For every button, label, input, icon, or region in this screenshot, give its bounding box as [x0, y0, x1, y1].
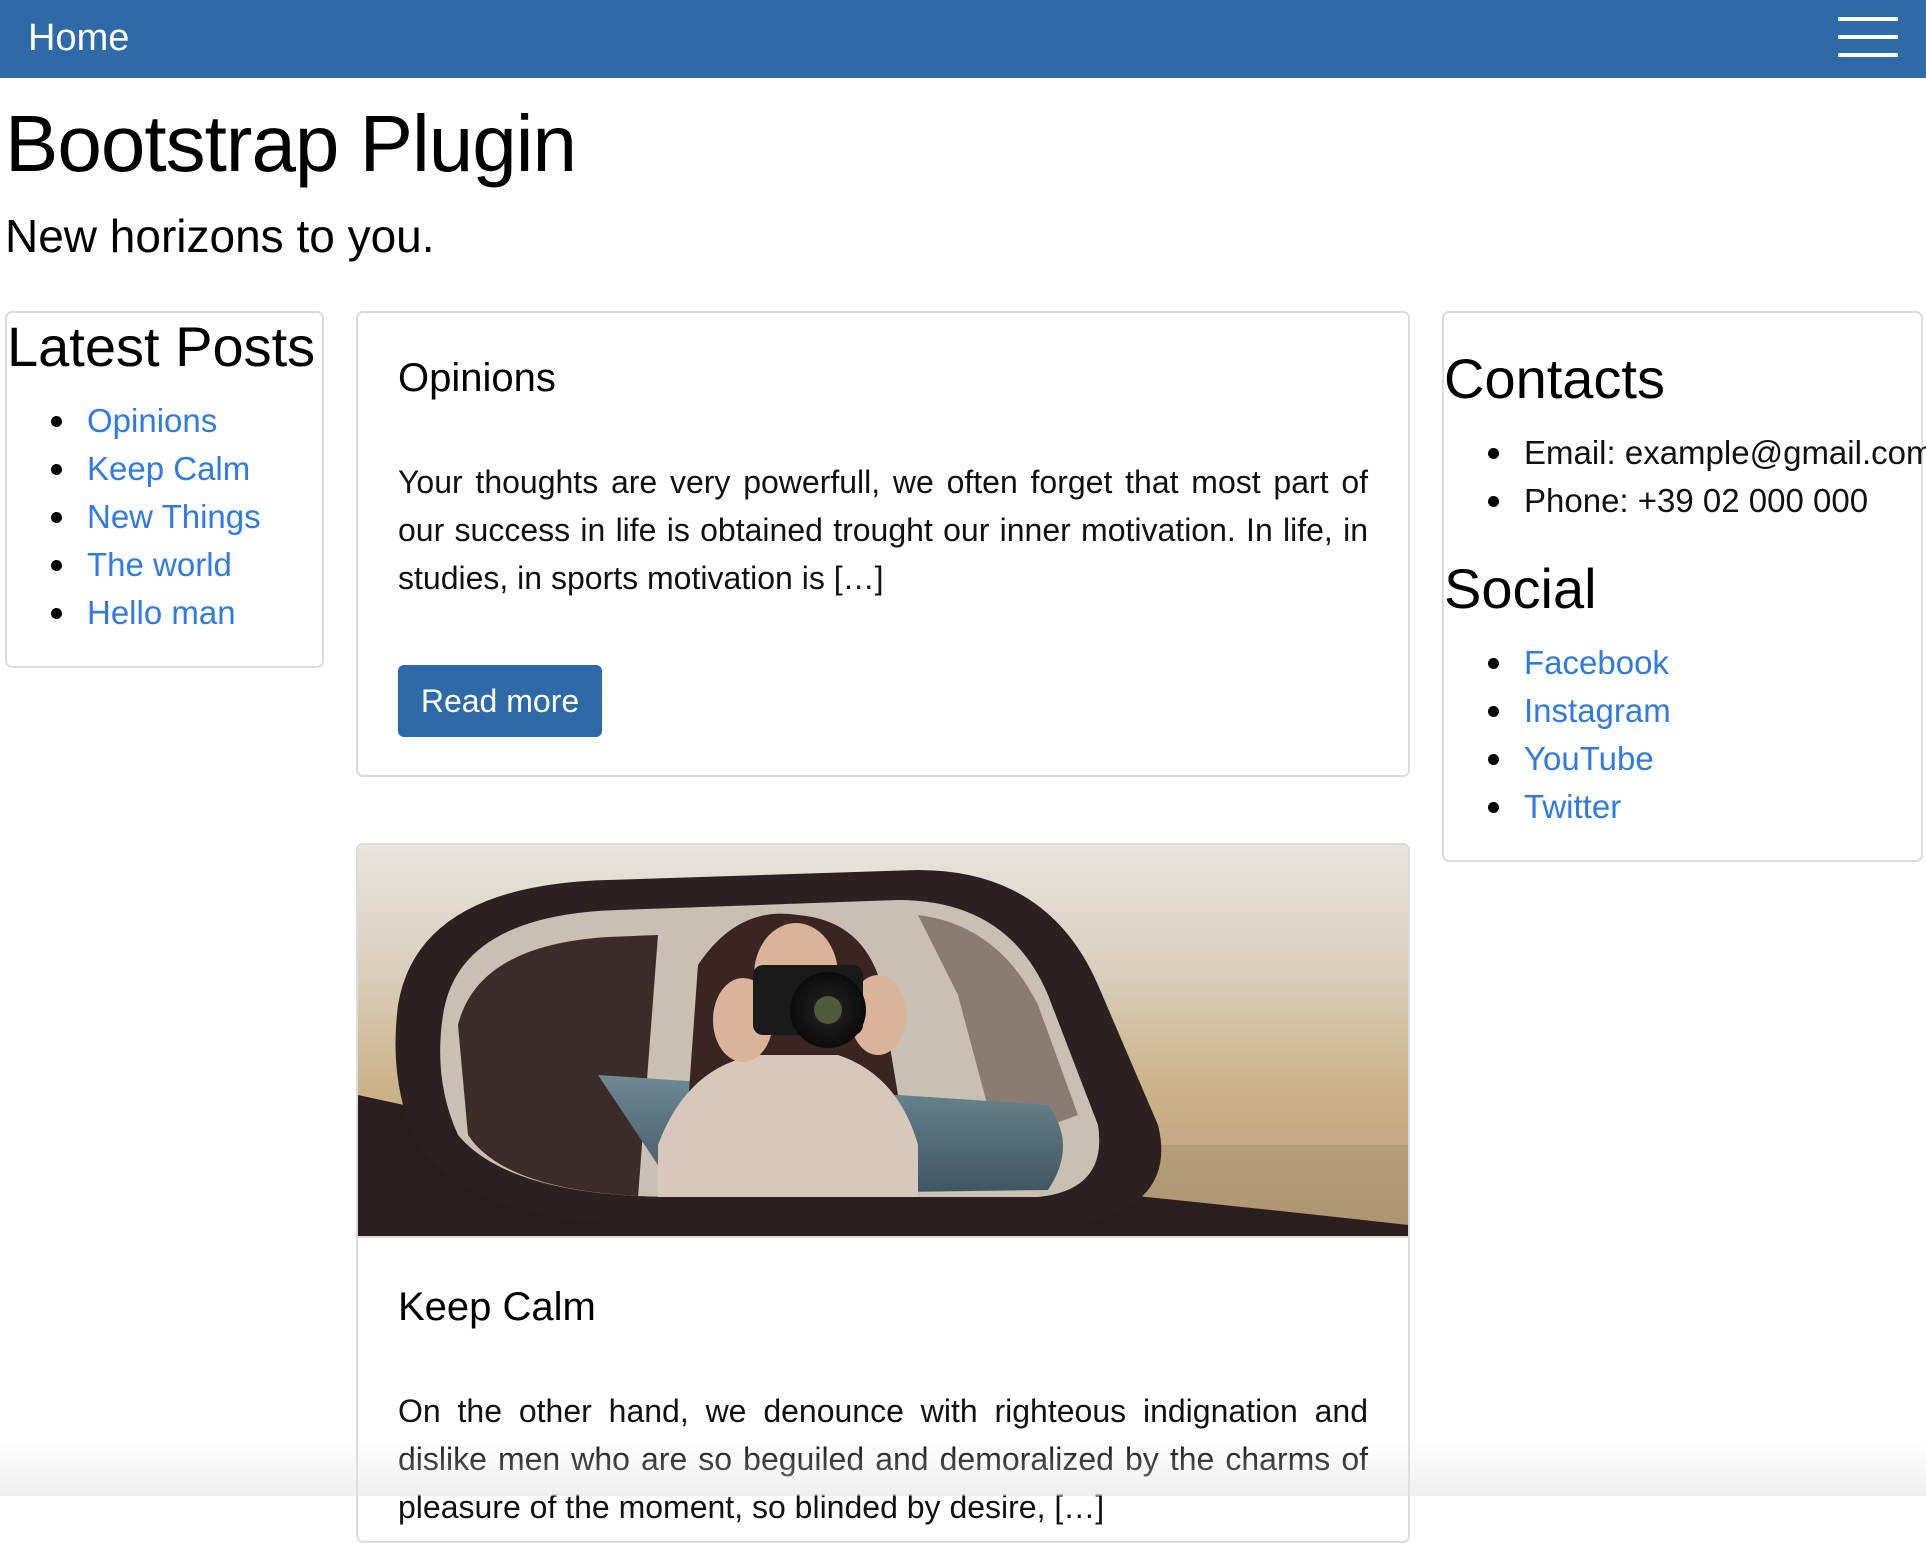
social-item: Instagram	[1488, 687, 1671, 735]
post-card-keep-calm: Keep Calm On the other hand, we denounce…	[356, 843, 1410, 1543]
social-link-facebook[interactable]: Facebook	[1524, 644, 1669, 681]
contacts-list: Email: example@gmail.com Phone: +39 02 0…	[1487, 429, 1926, 525]
latest-posts-card: Latest Posts Opinions Keep Calm New Thin…	[5, 311, 324, 668]
latest-post-item: Keep Calm	[51, 445, 261, 493]
navbar: Home	[0, 0, 1926, 78]
latest-post-item: The world	[51, 541, 261, 589]
latest-post-link-opinions[interactable]: Opinions	[87, 402, 217, 439]
social-link-instagram[interactable]: Instagram	[1524, 692, 1671, 729]
social-item: YouTube	[1488, 735, 1671, 783]
social-item: Twitter	[1488, 783, 1671, 831]
social-list: Facebook Instagram YouTube Twitter	[1488, 639, 1671, 831]
social-link-youtube[interactable]: YouTube	[1524, 740, 1654, 777]
contact-phone: Phone: +39 02 000 000	[1487, 477, 1926, 525]
latest-post-link-new-things[interactable]: New Things	[87, 498, 261, 535]
latest-post-item: New Things	[51, 493, 261, 541]
latest-post-item: Opinions	[51, 397, 261, 445]
latest-post-link-hello-man[interactable]: Hello man	[87, 594, 236, 631]
post-excerpt: Your thoughts are very powerfull, we oft…	[398, 464, 1368, 596]
post-excerpt: On the other hand, we denounce with righ…	[398, 1393, 1368, 1525]
post-card-opinions: Opinions Your thoughts are very powerful…	[356, 311, 1410, 777]
hamburger-menu-icon[interactable]	[1838, 17, 1898, 59]
social-link-twitter[interactable]: Twitter	[1524, 788, 1621, 825]
latest-post-link-keep-calm[interactable]: Keep Calm	[87, 450, 250, 487]
menu-bar	[1838, 53, 1898, 57]
latest-post-item: Hello man	[51, 589, 261, 637]
menu-bar	[1838, 17, 1898, 21]
post-image[interactable]	[358, 845, 1408, 1238]
page-subtitle: New horizons to you.	[5, 210, 435, 262]
menu-bar	[1838, 35, 1898, 39]
latest-posts-title: Latest Posts	[7, 315, 316, 378]
car-mirror-photo-image	[358, 845, 1408, 1236]
read-more-button[interactable]: Read more	[398, 665, 602, 737]
social-item: Facebook	[1488, 639, 1671, 687]
page-title: Bootstrap Plugin	[5, 99, 577, 188]
navbar-brand-home[interactable]: Home	[28, 14, 129, 62]
latest-posts-list: Opinions Keep Calm New Things The world …	[51, 397, 261, 637]
post-title: Keep Calm	[398, 1285, 596, 1329]
latest-post-link-the-world[interactable]: The world	[87, 546, 232, 583]
post-title: Opinions	[398, 356, 556, 400]
contacts-title: Contacts	[1444, 347, 1665, 410]
contact-email: Email: example@gmail.com	[1487, 429, 1926, 477]
contacts-card: Contacts Email: example@gmail.com Phone:…	[1442, 311, 1926, 862]
social-title: Social	[1444, 557, 1597, 620]
